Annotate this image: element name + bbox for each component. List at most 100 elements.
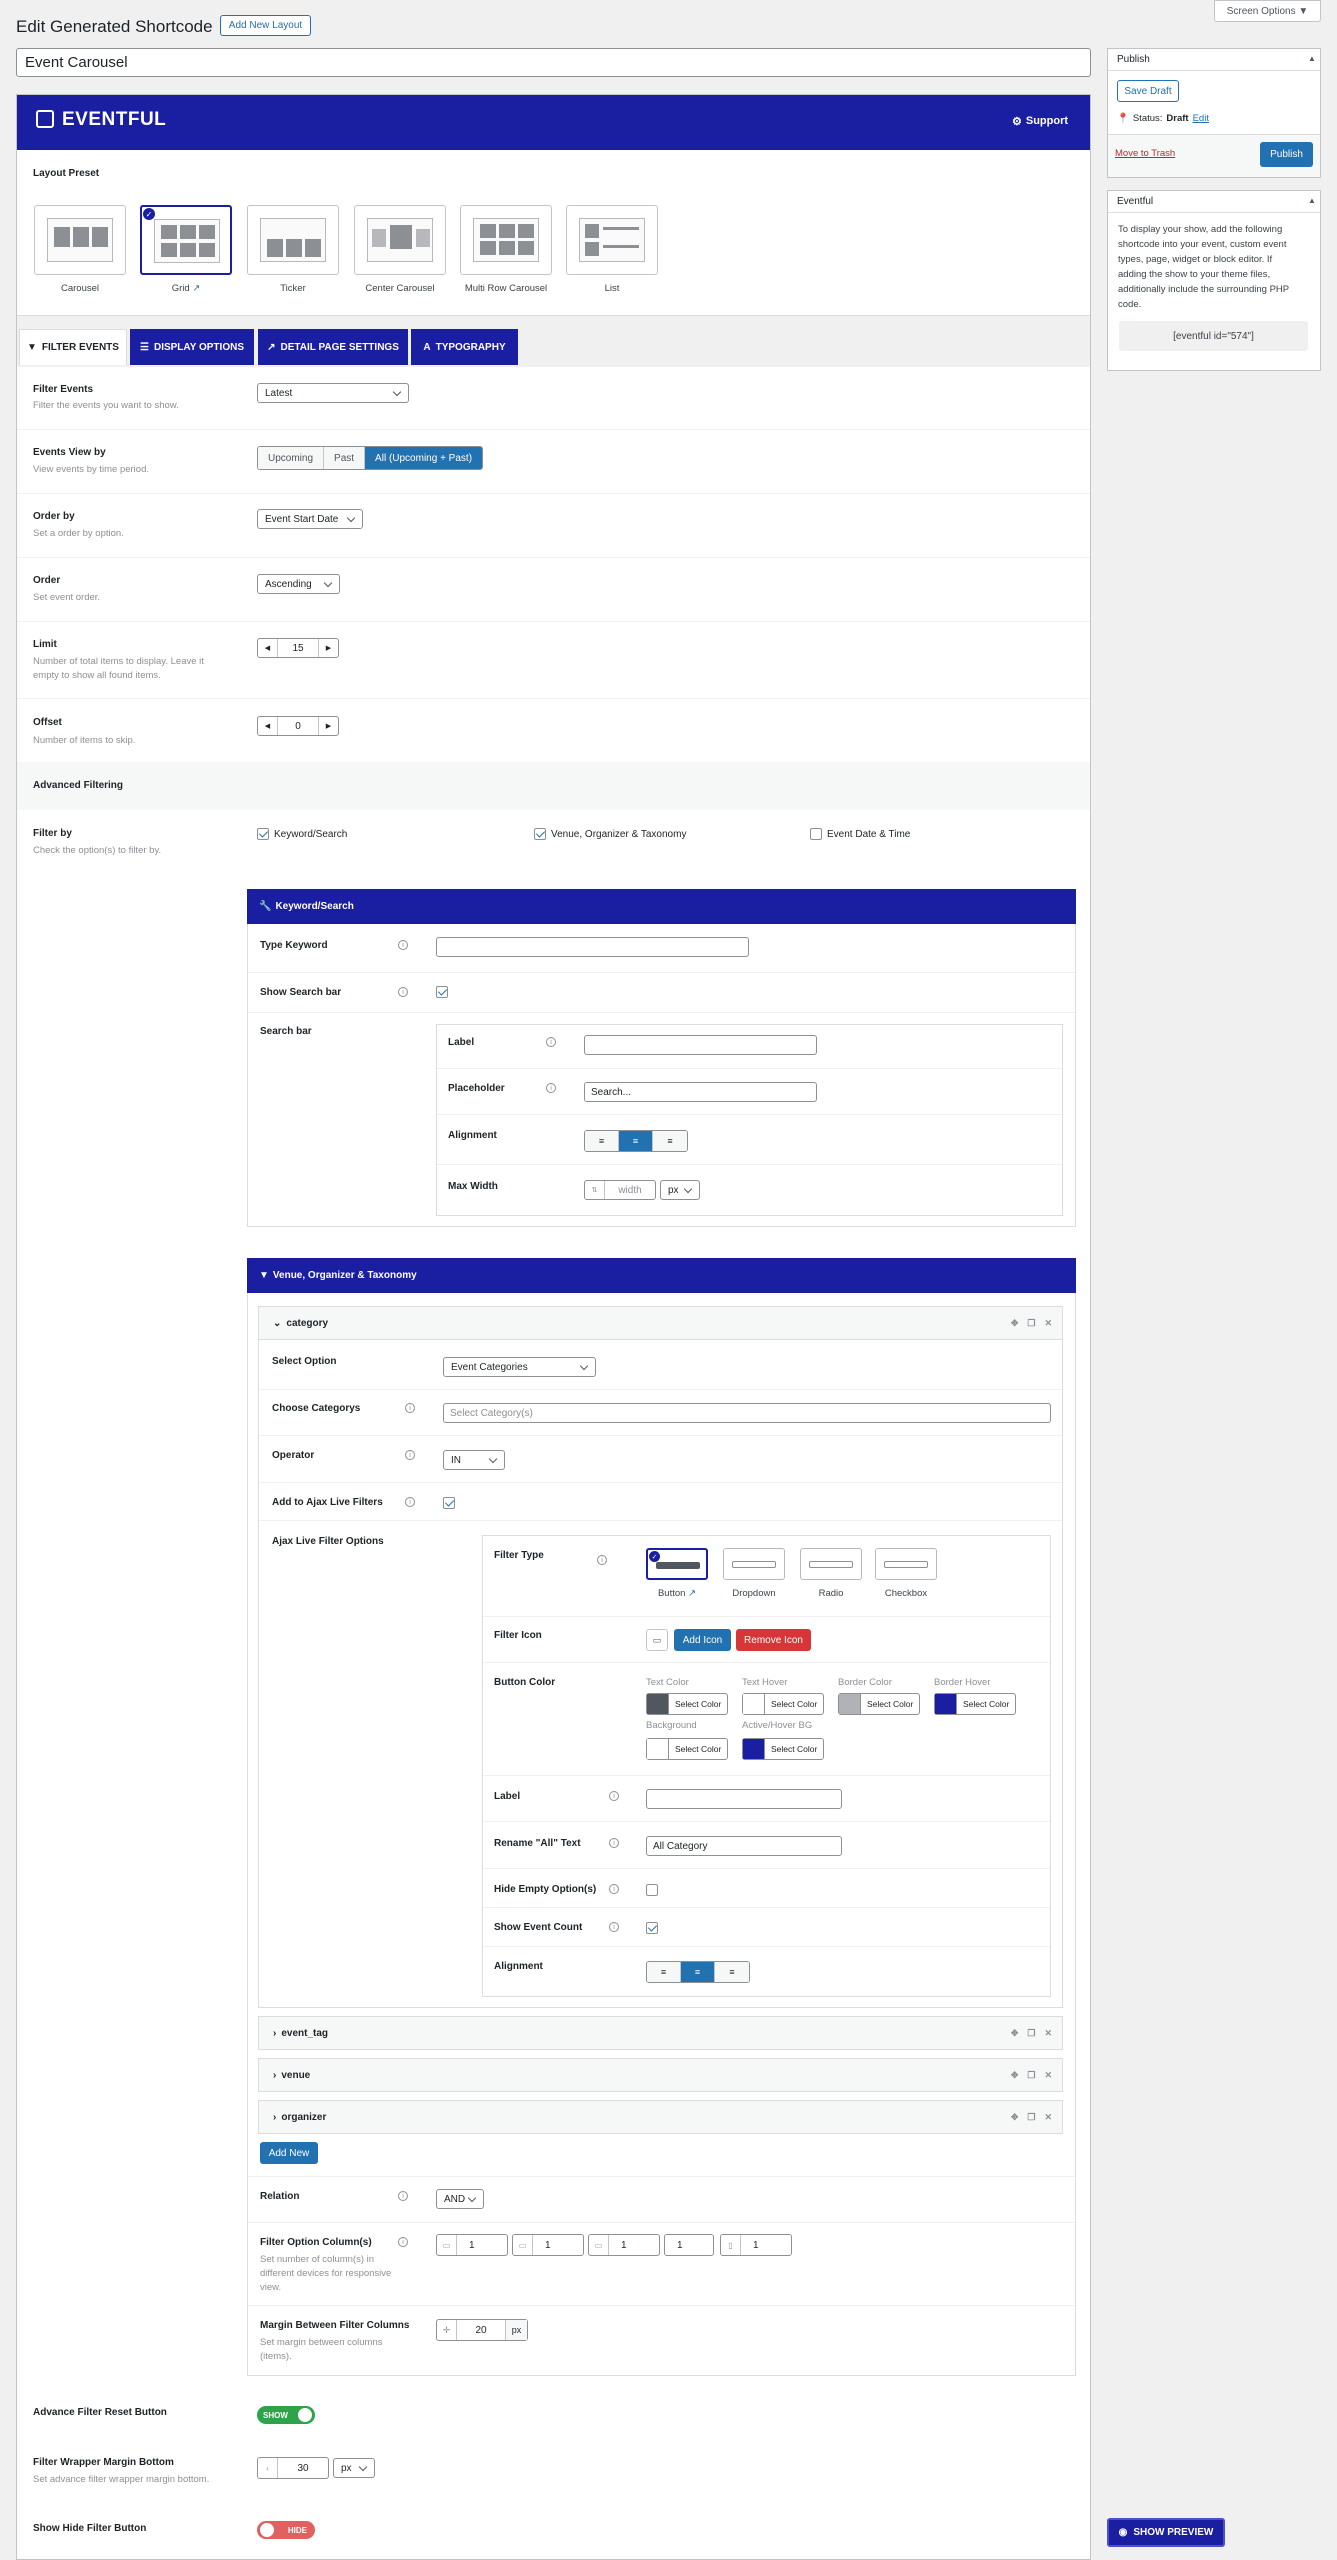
wrapper-margin-input[interactable]: 30 [278,2458,328,2478]
show-search-bar-checkbox[interactable] [436,986,448,998]
active-hover-bg-picker[interactable]: Select Color [742,1738,825,1760]
duplicate-icon[interactable]: ❐ [1027,2112,1035,2123]
filter-events-select[interactable]: Latest [257,383,409,403]
events-view-past[interactable]: Past [324,447,366,469]
keyword-search-checkbox[interactable] [257,828,269,840]
venue-accordion[interactable]: › venue ✥ ❐ ✕ [258,2058,1063,2092]
publish-button[interactable]: Publish [1260,142,1313,167]
operator-select[interactable]: IN [443,1450,505,1470]
category-accordion-header[interactable]: ⌄ category ✥ ❐ ✕ [258,1306,1063,1340]
filter-type-radio[interactable] [800,1548,862,1580]
border-hover-picker[interactable]: Select Color [934,1693,1017,1715]
filter-type-dropdown[interactable] [723,1548,785,1580]
columns-small-tablet-input[interactable]: 1 [664,2234,714,2256]
select-option-select[interactable]: Event Categories [443,1357,596,1377]
wrapper-margin-unit-select[interactable]: px [333,2458,375,2478]
background-picker[interactable]: Select Color [646,1738,729,1760]
filter-type-button[interactable]: ✓ [646,1548,708,1580]
move-icon[interactable]: ✥ [1011,2028,1019,2039]
tab-filter-events[interactable]: ▼ FILTER EVENTS [19,329,127,365]
columns-desktop-input[interactable]: ▭ 1 [512,2234,584,2256]
close-icon[interactable]: ✕ [1044,2070,1052,2081]
columns-tablet-input[interactable]: ▭ 1 [588,2234,660,2256]
filter-type-checkbox[interactable] [875,1548,937,1580]
preset-list[interactable] [566,205,658,275]
tab-detail-page-settings[interactable]: ↗ DETAIL PAGE SETTINGS [258,329,408,365]
hide-filter-toggle[interactable]: HIDE [257,2521,315,2539]
placeholder-input[interactable]: Search... [584,1082,817,1102]
add-new-layout-button[interactable]: Add New Layout [220,15,311,36]
max-width-input[interactable]: width [605,1181,655,1199]
divider [17,621,1090,622]
search-bar-label-input[interactable] [584,1035,817,1055]
close-icon[interactable]: ✕ [1044,2112,1052,2123]
columns-mobile-input[interactable]: ▯ 1 [720,2234,792,2256]
close-icon[interactable]: ✕ [1044,1318,1052,1329]
align-center-icon[interactable]: ≡ [681,1962,715,1982]
collapse-icon[interactable]: ▲ [1308,54,1316,63]
border-color-picker[interactable]: Select Color [838,1693,921,1715]
close-icon[interactable]: ✕ [1044,2028,1052,2039]
organizer-accordion[interactable]: › organizer ✥ ❐ ✕ [258,2100,1063,2134]
relation-select[interactable]: AND [436,2189,484,2209]
decrement-button[interactable]: ◀ [258,639,278,657]
collapse-icon[interactable]: ▲ [1308,196,1316,205]
preset-grid[interactable]: ✓ [140,205,232,275]
events-view-all[interactable]: All (Upcoming + Past) [365,447,483,469]
spinner-icon[interactable]: ‹ [258,2458,278,2478]
support-link[interactable]: ⚙ Support [1012,115,1068,128]
remove-icon-button[interactable]: Remove Icon [736,1629,811,1651]
order-by-select[interactable]: Event Start Date [257,509,363,529]
preset-carousel[interactable] [34,205,126,275]
preset-ticker[interactable] [247,205,339,275]
hide-empty-checkbox[interactable] [646,1884,658,1896]
text-color-picker[interactable]: Select Color [646,1693,729,1715]
max-width-unit-select[interactable]: px [660,1180,700,1200]
show-event-count-checkbox[interactable] [646,1922,658,1934]
tab-typography[interactable]: A TYPOGRAPHY [411,329,518,365]
align-right-icon[interactable]: ≡ [715,1962,749,1982]
events-view-upcoming[interactable]: Upcoming [258,447,325,469]
add-new-button[interactable]: Add New [260,2142,318,2164]
move-to-trash-link[interactable]: Move to Trash [1115,148,1175,159]
margin-between-input[interactable]: 20 [457,2320,505,2340]
choose-categorys-input[interactable]: Select Category(s) [443,1403,1051,1423]
show-preview-button[interactable]: ◉ SHOW PREVIEW [1107,2518,1225,2547]
type-keyword-input[interactable] [436,937,749,957]
event-date-time-checkbox[interactable] [810,828,822,840]
align-center-icon[interactable]: ≡ [619,1131,653,1151]
duplicate-icon[interactable]: ❐ [1027,2070,1035,2081]
align-left-icon[interactable]: ≡ [647,1962,681,1982]
preset-center-carousel[interactable] [354,205,446,275]
move-icon[interactable]: ✥ [1011,1318,1019,1329]
offset-input[interactable]: 0 [278,717,318,735]
limit-input[interactable]: 15 [278,639,318,657]
spinner-icon[interactable]: ⇅ [585,1181,605,1199]
save-draft-button[interactable]: Save Draft [1117,80,1179,102]
align-left-icon[interactable]: ≡ [585,1131,619,1151]
align-right-icon[interactable]: ≡ [653,1131,687,1151]
duplicate-icon[interactable]: ❐ [1027,1318,1035,1329]
increment-button[interactable]: ▶ [318,717,338,735]
rename-all-input[interactable]: All Category [646,1836,842,1856]
columns-large-desktop-input[interactable]: ▭ 1 [436,2234,508,2256]
shortcode-title-input[interactable]: Event Carousel [16,48,1091,77]
shortcode-display[interactable]: [eventful id="574"] [1119,321,1308,351]
add-icon-button[interactable]: Add Icon [674,1629,731,1651]
event-tag-accordion[interactable]: › event_tag ✥ ❐ ✕ [258,2016,1063,2050]
text-hover-picker[interactable]: Select Color [742,1693,825,1715]
reset-button-toggle[interactable]: SHOW [257,2406,315,2424]
order-select[interactable]: Ascending [257,574,340,594]
preset-multi-row-carousel[interactable] [460,205,552,275]
tab-display-options[interactable]: ☰ DISPLAY OPTIONS [130,329,254,365]
button-label-input[interactable] [646,1789,842,1809]
move-icon[interactable]: ✥ [1011,2070,1019,2081]
decrement-button[interactable]: ◀ [258,717,278,735]
move-icon[interactable]: ✥ [1011,2112,1019,2123]
duplicate-icon[interactable]: ❐ [1027,2028,1035,2039]
venue-organizer-checkbox[interactable] [534,828,546,840]
ajax-live-checkbox[interactable] [443,1497,455,1509]
increment-button[interactable]: ▶ [318,639,338,657]
status-edit-link[interactable]: Edit [1193,113,1209,124]
screen-options-button[interactable]: Screen Options ▼ [1214,0,1321,22]
